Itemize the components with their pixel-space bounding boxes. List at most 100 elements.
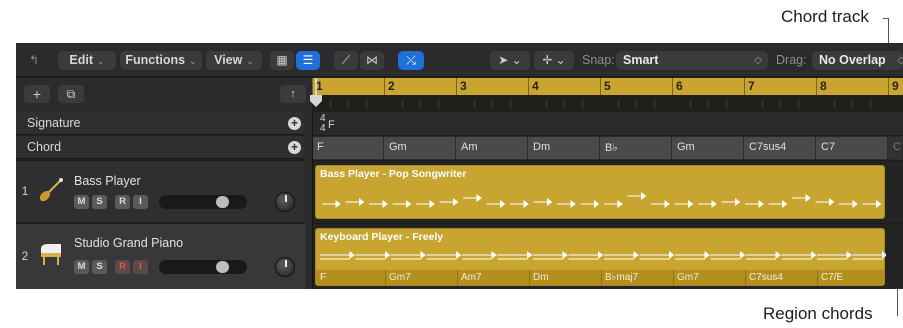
pan-indicator [285, 195, 287, 202]
mute-button[interactable]: M [74, 260, 89, 274]
catch-button[interactable]: ↑ [280, 85, 306, 103]
note-head [359, 198, 365, 206]
note-head [570, 200, 576, 208]
key-signature[interactable]: F [328, 119, 335, 131]
edit-menu-label: Edit [69, 53, 94, 67]
record-enable-button[interactable]: R [115, 260, 130, 274]
chord-cell[interactable]: C7 [816, 137, 888, 159]
region-chord-label[interactable]: F [320, 272, 326, 283]
signature-lane[interactable]: 4 4 F [312, 112, 903, 136]
region-chord-separator [385, 270, 386, 285]
beat-tick [546, 101, 547, 107]
chord-lane[interactable]: F Gm Am Dm B♭ Gm C7sus4 C7 C7 [312, 136, 903, 160]
bar-tick [888, 78, 889, 95]
crosshair-tool-icon[interactable]: ✛ ⌄ [534, 51, 574, 70]
track-name[interactable]: Studio Grand Piano [74, 236, 183, 250]
pan-knob[interactable] [275, 192, 295, 212]
region-chord-label[interactable]: Dm [533, 272, 549, 283]
note-head [775, 251, 781, 259]
region-chord-label[interactable]: C7sus4 [749, 272, 783, 283]
region-chord-label[interactable]: Gm7 [389, 272, 411, 283]
flex-icon[interactable]: ⋈ [360, 51, 384, 70]
snap-select[interactable]: Smart ◇ [616, 51, 768, 70]
duplicate-track-button[interactable]: ⧉ [58, 85, 84, 103]
volume-fader[interactable] [159, 195, 247, 209]
volume-fader[interactable] [159, 260, 247, 274]
chord-cell[interactable]: Gm [384, 137, 456, 159]
solo-button[interactable]: S [92, 260, 107, 274]
add-signature-icon[interactable]: + [288, 117, 301, 130]
region-chord-label[interactable]: B♭maj7 [605, 272, 638, 283]
region-chord-separator [745, 270, 746, 285]
chord-cell[interactable]: C7 [888, 137, 903, 159]
signature-track-label: Signature [27, 116, 81, 130]
keyboard-region[interactable]: Keyboard Player - Freely F Gm7 Am7 Dm B♭maj7… [315, 228, 886, 286]
region-chord-label[interactable]: C7/E [821, 272, 843, 283]
note-head [782, 200, 788, 208]
track-number: 2 [21, 249, 29, 263]
chord-track-header[interactable]: Chord + [16, 136, 312, 159]
ruler[interactable]: 1 2 3 4 5 6 7 8 9 [310, 78, 903, 112]
note-head [711, 200, 717, 208]
chord-cell[interactable]: C7sus4 [744, 137, 816, 159]
pan-knob[interactable] [275, 257, 295, 277]
bar-tick [744, 78, 745, 95]
back-arrow-icon[interactable]: ↰ [22, 51, 46, 70]
chord-cell[interactable]: B♭ [600, 137, 672, 159]
track-lane-2[interactable]: Keyboard Player - Freely F Gm7 Am7 Dm B♭maj7… [312, 223, 903, 289]
region-chord-label[interactable]: Am7 [461, 272, 482, 283]
fader-knob[interactable] [216, 196, 229, 208]
add-track-button[interactable]: + [24, 85, 50, 103]
track-header-bass-player[interactable]: 1 Bass Player M S R I [16, 160, 312, 222]
bar-tick [600, 78, 601, 95]
note-head [758, 200, 764, 208]
note-head [735, 198, 741, 206]
bar-number: 3 [460, 79, 467, 93]
chord-cell[interactable]: Dm [528, 137, 600, 159]
view-menu-button[interactable]: View ⌄ [206, 51, 262, 70]
solo-button[interactable]: S [92, 195, 107, 209]
track-header-studio-grand-piano[interactable]: 2 Studio Grand Piano M S R I [16, 223, 312, 289]
note-head [641, 192, 647, 200]
input-monitor-button[interactable]: I [133, 195, 148, 209]
drag-select[interactable]: No Overlap ◇ [812, 51, 903, 70]
record-enable-button[interactable]: R [115, 195, 130, 209]
bar-tick [384, 78, 385, 95]
list-view-icon[interactable]: ☰ [296, 51, 320, 70]
functions-menu-label: Functions [125, 53, 186, 67]
track-lane-1[interactable]: Bass Player - Pop Songwriter [312, 160, 903, 223]
time-signature[interactable]: 4 4 [320, 114, 326, 134]
pointer-tool-icon[interactable]: ➤ ⌄ [490, 51, 530, 70]
chord-cell[interactable]: Gm [672, 137, 744, 159]
bar-tick [456, 78, 457, 95]
chord-track-callout: Chord track [781, 7, 869, 26]
chord-label: Gm [389, 141, 407, 153]
chord-cell[interactable]: Am [456, 137, 528, 159]
bar-tick [672, 78, 673, 95]
signature-track-header[interactable]: Signature + [16, 112, 312, 135]
beat-tick [510, 101, 511, 107]
edit-menu-button[interactable]: Edit ⌄ [58, 51, 116, 70]
header-divider[interactable] [305, 112, 312, 289]
mute-button[interactable]: M [74, 195, 89, 209]
region-chords-row[interactable]: F Gm7 Am7 Dm B♭maj7 Gm7 C7sus4 C7/E [316, 270, 884, 285]
playhead-icon[interactable] [310, 95, 322, 107]
snap-label: Snap: [582, 53, 615, 67]
beat-tick [762, 101, 763, 107]
track-name[interactable]: Bass Player [74, 174, 141, 188]
chord-track-callout-tick [883, 18, 889, 19]
bass-region[interactable]: Bass Player - Pop Songwriter [315, 165, 885, 219]
bass-pattern [322, 192, 882, 208]
note-head [547, 198, 553, 206]
catch-playhead-icon[interactable]: ⤯ [398, 51, 424, 70]
input-monitor-button[interactable]: I [133, 260, 148, 274]
grid-view-icon[interactable]: ▦ [270, 51, 294, 70]
functions-menu-button[interactable]: Functions ⌄ [120, 51, 202, 70]
chord-cell[interactable]: F [312, 137, 384, 159]
add-chord-icon[interactable]: + [288, 141, 301, 154]
fader-knob[interactable] [216, 261, 229, 273]
note-head [349, 251, 355, 259]
region-chord-label[interactable]: Gm7 [677, 272, 699, 283]
beat-tick [618, 101, 619, 107]
automation-icon[interactable]: ⟋ [334, 51, 358, 70]
